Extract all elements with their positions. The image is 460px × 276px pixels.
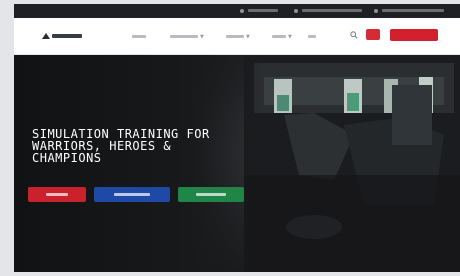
topbar-address-text[interactable] — [382, 9, 444, 12]
hero-section: SIMULATION TRAINING FOR WARRIORS, HEROES… — [14, 55, 460, 272]
top-utility-bar — [14, 4, 460, 18]
topbar-email-text[interactable] — [302, 9, 362, 12]
logo-wordmark — [52, 34, 82, 38]
nav-item-2[interactable] — [170, 35, 198, 38]
chevron-down-icon: ▼ — [288, 34, 292, 40]
nav-item-4[interactable] — [272, 35, 286, 38]
header-cta-button[interactable] — [390, 29, 438, 41]
nav-item-5[interactable] — [308, 35, 316, 38]
nav-item-1[interactable] — [132, 35, 146, 38]
hero-button-blue[interactable] — [94, 187, 170, 202]
hero-headline-line-3: CHAMPIONS — [32, 151, 102, 165]
location-icon — [374, 9, 378, 13]
site-logo[interactable] — [42, 31, 82, 41]
cart-icon-button[interactable] — [366, 29, 380, 40]
hero-headline: SIMULATION TRAINING FOR WARRIORS, HEROES… — [32, 128, 282, 164]
chevron-down-icon: ▼ — [200, 34, 204, 40]
topbar-phone-text[interactable] — [248, 9, 278, 12]
chevron-down-icon: ▼ — [246, 34, 250, 40]
logo-mark-icon — [42, 33, 50, 39]
main-navbar: ▼ ▼ ▼ — [14, 18, 460, 55]
hero-button-red[interactable] — [28, 187, 86, 202]
hero-button-green[interactable] — [178, 187, 244, 202]
email-icon — [294, 9, 298, 13]
hero-button-red-label — [46, 193, 68, 196]
phone-icon — [240, 9, 244, 13]
hero-button-green-label — [196, 193, 226, 196]
nav-item-3[interactable] — [226, 35, 244, 38]
browser-page: ▼ ▼ ▼ SIMULATION TRAINING FOR WARRIORS, … — [14, 4, 460, 272]
search-icon[interactable] — [350, 31, 358, 39]
hero-button-blue-label — [114, 193, 150, 196]
